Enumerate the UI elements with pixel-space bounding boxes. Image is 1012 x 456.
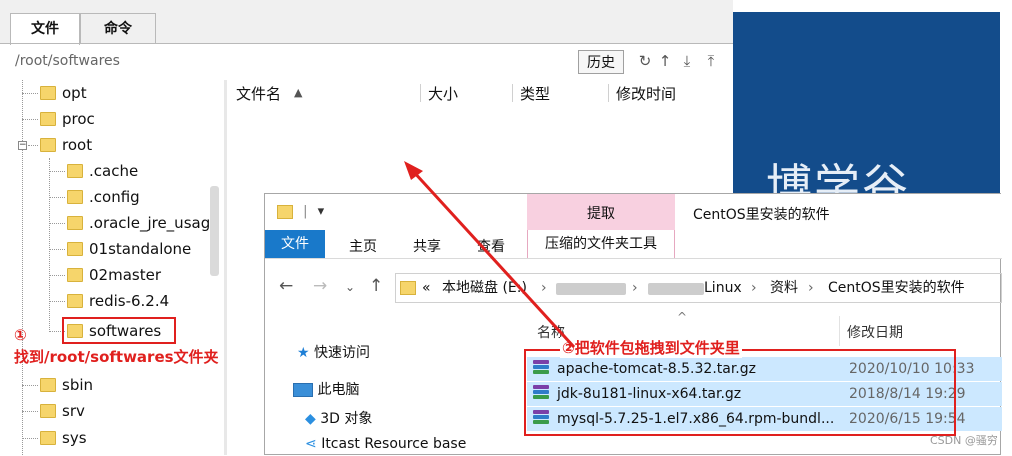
watermark: CSDN @骚穷 [930, 434, 998, 447]
arrow-line [410, 168, 576, 349]
drag-arrow [404, 161, 576, 349]
